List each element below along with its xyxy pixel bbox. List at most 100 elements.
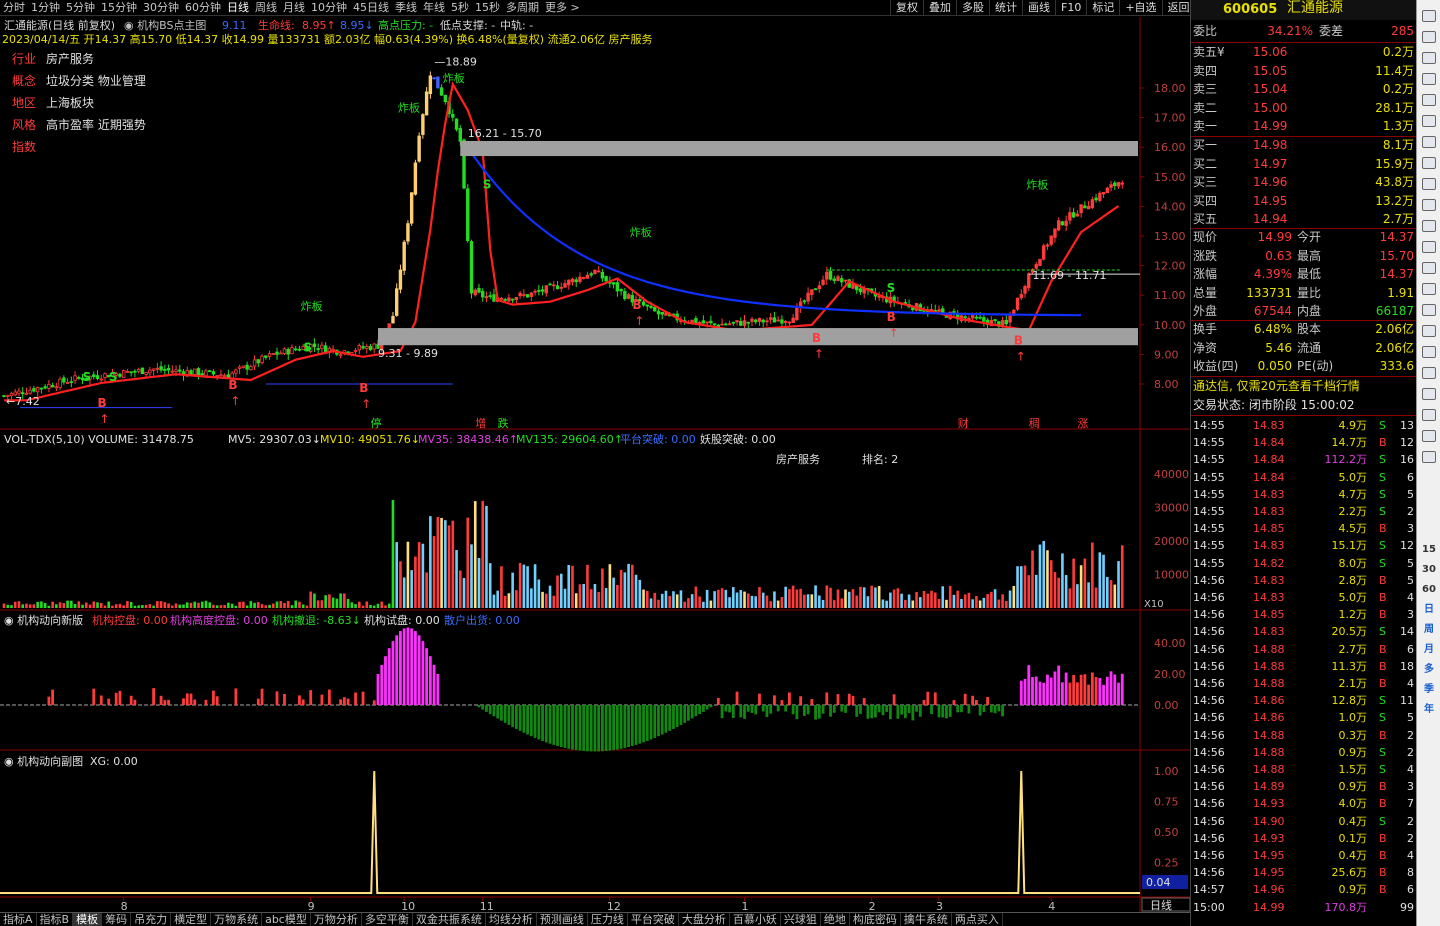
toolbar-button[interactable]: 标记 <box>1086 0 1119 16</box>
indicator-tab[interactable]: 两点买入 <box>952 913 1003 926</box>
period-shortcut[interactable]: 月 <box>1419 640 1439 660</box>
tool-icon[interactable] <box>1419 384 1439 404</box>
period-tab[interactable]: 年线 <box>420 0 448 16</box>
volume-bar <box>668 595 672 608</box>
toolbar-button[interactable]: +自选 <box>1119 0 1161 16</box>
tool-icon[interactable] <box>1419 27 1439 47</box>
indicator-tab[interactable]: 均线分析 <box>486 913 537 926</box>
period-tab[interactable]: 月线 <box>280 0 308 16</box>
tool-icon[interactable] <box>1419 447 1439 467</box>
tool-icon[interactable] <box>1419 426 1439 446</box>
toolbar-button[interactable]: 复权 <box>890 0 923 16</box>
tick-side: B <box>1379 573 1387 587</box>
indicator-tab[interactable]: 预测画线 <box>537 913 588 926</box>
volume-bar <box>1087 582 1090 608</box>
indicator-tab[interactable]: 兴球狙 <box>781 913 821 926</box>
indicator-tab[interactable]: 多空平衡 <box>362 913 413 926</box>
tool-icon[interactable] <box>1419 111 1439 131</box>
period-shortcut[interactable]: 日 <box>1419 600 1439 620</box>
indicator-tab[interactable]: 模板 <box>73 913 103 926</box>
indicator-tab[interactable]: 吊充力 <box>131 913 172 926</box>
ind1-bar <box>552 705 556 745</box>
orderbook-row: 卖二 15.00 28.1万 <box>1191 100 1417 117</box>
volume-bar <box>750 595 754 608</box>
toolbar-button[interactable]: 画线 <box>1022 0 1055 16</box>
indicator-tab[interactable]: 平台突破 <box>628 913 679 926</box>
tool-icon[interactable] <box>1419 48 1439 68</box>
period-tab[interactable]: 1分钟 <box>28 0 63 16</box>
tool-icon[interactable] <box>1419 132 1439 152</box>
tool-icon[interactable] <box>1419 363 1439 383</box>
indicator-tab[interactable]: 构底密码 <box>850 913 901 926</box>
tool-icon[interactable] <box>1419 69 1439 89</box>
period-tab[interactable]: 15分钟 <box>98 0 140 16</box>
period-tab[interactable]: 45日线 <box>350 0 392 16</box>
period-tab[interactable]: 10分钟 <box>308 0 350 16</box>
tool-icon[interactable] <box>1419 6 1439 26</box>
ind1-bar <box>1102 684 1105 705</box>
toolbar-button[interactable]: F10 <box>1055 0 1086 16</box>
level-label: 买二 <box>1193 156 1218 171</box>
indicator-tab[interactable]: 横定型 <box>171 913 212 926</box>
candle-body <box>727 323 732 326</box>
indicator-tab[interactable]: 绝地 <box>821 913 850 926</box>
tool-icon[interactable] <box>1419 258 1439 278</box>
indicator-tab[interactable]: 万物分析 <box>311 913 362 926</box>
period-tab[interactable]: 60分钟 <box>182 0 224 16</box>
period-shortcut[interactable]: 年 <box>1419 700 1439 720</box>
indicator-tab[interactable]: 万物系统 <box>211 913 263 926</box>
tool-icon[interactable] <box>1419 216 1439 236</box>
tool-icon[interactable] <box>1419 237 1439 257</box>
tick-time: 14:56 <box>1193 608 1225 622</box>
tool-icon[interactable] <box>1419 90 1439 110</box>
indicator-tab[interactable]: 百慕小妖 <box>730 913 781 926</box>
chart-area[interactable]: 汇通能源(日线 前复权) ◉ 机构BS点主图 9.11 生命线: 8.95↑ 8.95↓ 高… <box>0 17 1191 913</box>
period-shortcut[interactable]: 15 <box>1419 540 1439 560</box>
period-shortcut[interactable]: 周 <box>1419 620 1439 640</box>
tool-icon[interactable] <box>1419 300 1439 320</box>
period-tab[interactable]: 更多 > <box>542 0 583 16</box>
toolbar-button[interactable]: 叠加 <box>923 0 956 16</box>
period-tab[interactable]: 多周期 <box>503 0 542 16</box>
tool-icon[interactable] <box>1419 405 1439 425</box>
indicator-tab[interactable]: 指标A <box>0 913 37 926</box>
ind1-bar <box>503 705 507 723</box>
month-label: 12 <box>607 900 621 912</box>
indicator-tab[interactable]: 筹码 <box>102 913 132 926</box>
tool-icon[interactable] <box>1419 174 1439 194</box>
period-shortcut[interactable]: 60 <box>1419 580 1439 600</box>
indicator-tab[interactable]: 擒牛系统 <box>901 913 952 926</box>
period-tab[interactable]: 日线 <box>224 0 252 16</box>
period-tab[interactable]: 30分钟 <box>140 0 182 16</box>
period-shortcut[interactable]: 季 <box>1419 680 1439 700</box>
ind1-bar <box>320 694 324 705</box>
period-tab[interactable]: 5秒 <box>448 0 472 16</box>
buy-marker: B <box>1014 334 1023 348</box>
tool-icon[interactable] <box>1419 279 1439 299</box>
indicator-tab[interactable]: abc模型 <box>262 913 311 926</box>
kline-chart[interactable]: 汇通能源(日线 前复权) ◉ 机构BS点主图 9.11 生命线: 8.95↑ 8.95↓ 高… <box>0 17 1191 913</box>
candle-body <box>836 276 840 282</box>
indicator-tab[interactable]: 指标B <box>37 913 74 926</box>
toolbar-button[interactable]: 统计 <box>989 0 1022 16</box>
period-shortcut[interactable]: 30 <box>1419 560 1439 580</box>
tool-icon[interactable] <box>1419 153 1439 173</box>
ind1-bar <box>960 705 963 713</box>
period-tab[interactable]: 周线 <box>252 0 280 16</box>
indicator-name[interactable]: ◉ 机构BS点主图 <box>124 18 206 32</box>
period-tab[interactable]: 5分钟 <box>63 0 98 16</box>
tick-time: 14:56 <box>1193 573 1225 587</box>
ad-banner[interactable]: 通达信, 仅需20元查看千档行情 <box>1191 378 1417 395</box>
tool-icon[interactable] <box>1419 195 1439 215</box>
tool-icon[interactable] <box>1419 321 1439 341</box>
period-shortcut[interactable]: 多 <box>1419 660 1439 680</box>
indicator-tab[interactable]: 双金共振系统 <box>413 913 486 926</box>
period-tab[interactable]: 分时 <box>0 0 28 16</box>
period-indicator[interactable]: 日线 <box>1150 898 1172 912</box>
indicator-tab[interactable]: 压力线 <box>588 913 628 926</box>
period-tab[interactable]: 15秒 <box>472 0 503 16</box>
tool-icon[interactable] <box>1419 342 1439 362</box>
toolbar-button[interactable]: 多股 <box>956 0 989 16</box>
period-tab[interactable]: 季线 <box>392 0 420 16</box>
indicator-tab[interactable]: 大盘分析 <box>679 913 730 926</box>
